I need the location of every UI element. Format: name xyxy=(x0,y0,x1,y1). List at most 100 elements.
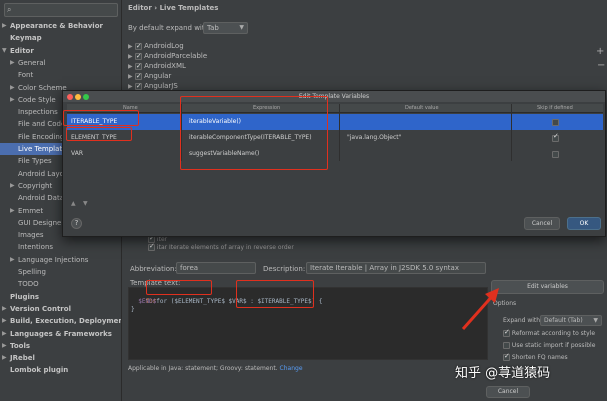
code-line-2: $END$ xyxy=(131,298,157,305)
search-input[interactable] xyxy=(17,5,115,15)
chevron-down-icon: ▼ xyxy=(239,24,244,31)
breadcrumb-editor[interactable]: Editor xyxy=(128,4,152,12)
table-row[interactable]: VAR suggestVariableName() xyxy=(67,146,603,162)
chevron-right-icon[interactable]: ▶ xyxy=(2,315,7,327)
chevron-right-icon[interactable]: ▶ xyxy=(128,43,133,50)
sidebar-item-label: TODO xyxy=(18,280,39,289)
chevron-right-icon[interactable]: ▶ xyxy=(10,57,15,69)
move-up-icon[interactable]: ▲ xyxy=(71,200,76,207)
checkbox[interactable] xyxy=(148,242,155,251)
remove-icon[interactable]: − xyxy=(597,60,605,71)
template-group[interactable]: ▶ AndroidParcelable xyxy=(128,51,207,61)
cancel-button[interactable]: Cancel xyxy=(486,386,530,398)
dialog-ok-button[interactable]: OK xyxy=(567,217,601,230)
description-label: Description: xyxy=(263,265,306,273)
chevron-right-icon[interactable]: ▶ xyxy=(128,63,133,70)
chevron-right-icon[interactable]: ▶ xyxy=(10,254,15,266)
chevron-down-icon: ▼ xyxy=(593,317,598,324)
sidebar-item[interactable]: ▼ Editor xyxy=(0,45,121,57)
sidebar-item-label: Inspections xyxy=(18,108,58,117)
checkbox[interactable] xyxy=(134,41,142,51)
sidebar-item[interactable]: Keymap xyxy=(0,32,121,44)
sidebar-item[interactable]: Font xyxy=(0,69,121,81)
table-row[interactable]: ELEMENT_TYPE iterableComponentType(ITERAB… xyxy=(67,130,603,146)
checkbox[interactable] xyxy=(134,51,142,61)
chevron-right-icon[interactable]: ▶ xyxy=(2,328,7,340)
sidebar-item[interactable]: ▶ Language Injections xyxy=(0,254,121,266)
chevron-right-icon[interactable]: ▶ xyxy=(2,20,7,32)
column-skip[interactable]: Skip if defined xyxy=(537,104,573,113)
sidebar-item[interactable]: ▶ General xyxy=(0,57,121,69)
chevron-right-icon[interactable]: ▶ xyxy=(10,205,15,217)
add-icon[interactable]: + xyxy=(596,46,604,57)
sidebar-item-label: File Types xyxy=(18,157,52,166)
template-group[interactable]: ▶ Angular xyxy=(128,71,171,81)
chevron-right-icon[interactable]: ▶ xyxy=(128,53,133,60)
highlight-expression xyxy=(180,96,328,170)
sidebar-item-label: Version Control xyxy=(10,304,71,313)
checkbox[interactable] xyxy=(503,352,510,361)
sidebar-item[interactable]: Lombok plugin xyxy=(0,364,121,376)
sidebar-item-label: Lombok plugin xyxy=(10,366,69,375)
close-icon[interactable] xyxy=(67,94,73,100)
sidebar-item-label: Emmet xyxy=(18,206,44,215)
shorten-fq-option[interactable]: Shorten FQ names xyxy=(503,352,568,361)
minimize-icon[interactable] xyxy=(75,94,81,100)
chevron-down-icon[interactable]: ▼ xyxy=(2,45,7,57)
chevron-right-icon[interactable]: ▶ xyxy=(10,94,15,106)
abbreviation-label: Abbreviation: xyxy=(130,265,177,273)
change-link[interactable]: Change xyxy=(280,365,303,372)
chevron-right-icon[interactable]: ▶ xyxy=(2,340,7,352)
maximize-icon[interactable] xyxy=(83,94,89,100)
dialog-cancel-button[interactable]: Cancel xyxy=(524,217,560,230)
sidebar-item[interactable]: ▶ Build, Execution, Deployment xyxy=(0,315,121,327)
sidebar-item[interactable]: Spelling xyxy=(0,266,121,278)
checkbox[interactable] xyxy=(134,81,142,91)
chevron-right-icon[interactable]: ▶ xyxy=(10,180,15,192)
checkbox[interactable] xyxy=(134,61,142,71)
template-group-label: AndroidXML xyxy=(144,62,186,70)
abbreviation-input[interactable]: forea xyxy=(176,262,256,274)
help-button[interactable]: ? xyxy=(71,218,82,229)
checkbox[interactable] xyxy=(503,342,510,349)
skip-if-defined-checkbox[interactable] xyxy=(552,151,559,158)
chevron-right-icon[interactable]: ▶ xyxy=(2,303,7,315)
skip-if-defined-checkbox[interactable] xyxy=(552,119,559,126)
edit-variables-button[interactable]: Edit variables xyxy=(491,280,604,294)
sidebar-item[interactable]: ▶ JRebel xyxy=(0,352,121,364)
variable-default[interactable]: "java.lang.Object" xyxy=(347,130,401,146)
template-group[interactable]: ▶ AndroidXML xyxy=(128,61,186,71)
sidebar-item[interactable]: TODO xyxy=(0,278,121,290)
checkbox[interactable] xyxy=(134,71,142,81)
sidebar-item[interactable]: Intentions xyxy=(0,241,121,253)
static-import-option[interactable]: Use static import if possible xyxy=(503,342,595,349)
sidebar-item[interactable]: Plugins xyxy=(0,291,121,303)
list-item[interactable]: itar Iterate elements of array in revers… xyxy=(148,242,294,251)
highlight-iterable-var xyxy=(236,280,314,308)
sidebar-item-label: Intentions xyxy=(18,243,54,252)
table-row[interactable]: ITERABLE_TYPE iterableVariable() xyxy=(67,114,603,130)
sidebar-item-label: Languages & Frameworks xyxy=(10,329,112,338)
sidebar-item[interactable]: ▶ Version Control xyxy=(0,303,121,315)
chevron-right-icon[interactable]: ▶ xyxy=(128,83,133,90)
options-expand-select[interactable]: Default (Tab) ▼ xyxy=(540,315,602,326)
settings-search[interactable]: ⌕ xyxy=(4,3,118,17)
dialog-title-bar: Edit Template Variables xyxy=(63,91,605,102)
expand-with-select[interactable]: Tab ▼ xyxy=(203,22,248,34)
template-group[interactable]: ▶ AndroidLog xyxy=(128,41,184,51)
move-down-icon[interactable]: ▼ xyxy=(83,200,88,207)
reformat-option[interactable]: Reformat according to style xyxy=(503,328,595,337)
search-icon: ⌕ xyxy=(7,5,12,14)
description-input[interactable]: Iterate Iterable | Array in J2SDK 5.0 sy… xyxy=(306,262,486,274)
expand-with-label: By default expand with xyxy=(128,24,210,32)
skip-if-defined-checkbox[interactable] xyxy=(552,133,559,142)
sidebar-item[interactable]: ▶ Tools xyxy=(0,340,121,352)
chevron-right-icon[interactable]: ▶ xyxy=(128,73,133,80)
sidebar-item-label: General xyxy=(18,58,46,67)
column-default[interactable]: Default value xyxy=(405,104,439,113)
sidebar-item[interactable]: ▶ Languages & Frameworks xyxy=(0,328,121,340)
chevron-right-icon[interactable]: ▶ xyxy=(10,82,15,94)
sidebar-item[interactable]: ▶ Appearance & Behavior xyxy=(0,20,121,32)
chevron-right-icon[interactable]: ▶ xyxy=(2,352,7,364)
sidebar-item-label: Language Injections xyxy=(18,255,89,264)
